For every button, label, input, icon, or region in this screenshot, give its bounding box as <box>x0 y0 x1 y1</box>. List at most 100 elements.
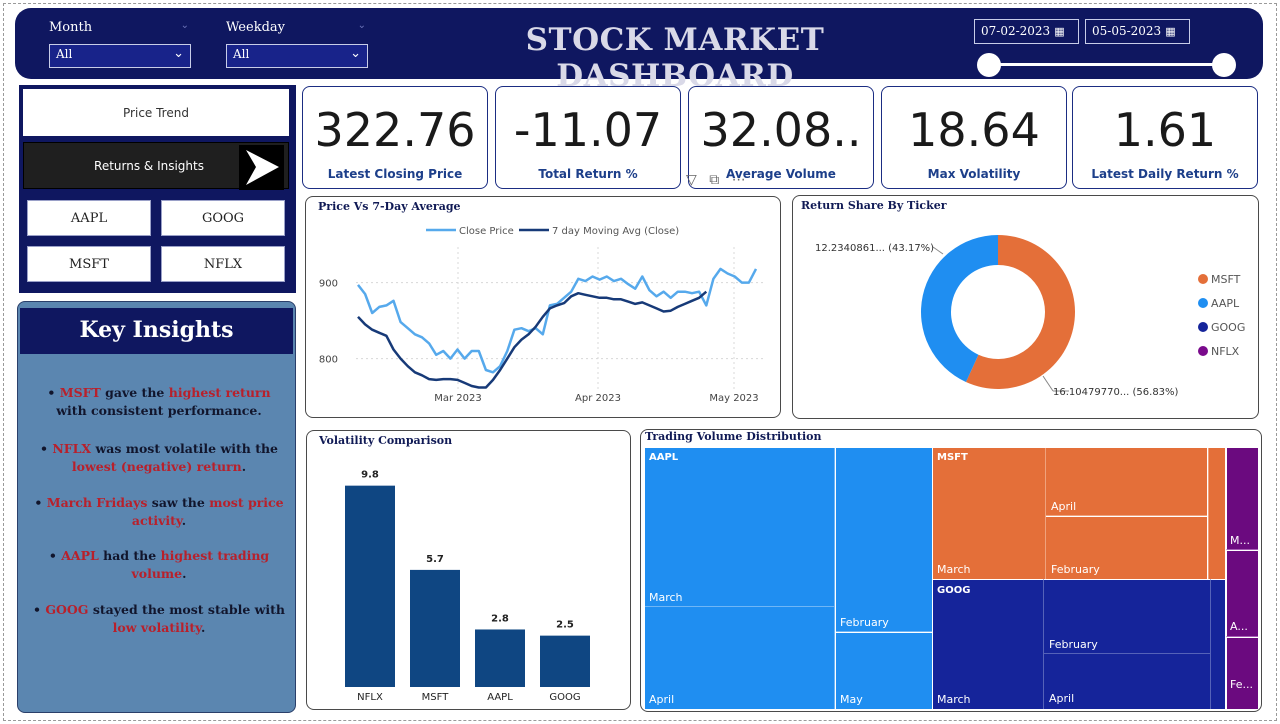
legend-marker <box>1198 346 1208 356</box>
legend-marker <box>1198 274 1208 284</box>
trading-volume-panel: Trading Volume Distribution AAPL March A… <box>640 429 1262 712</box>
start-date-input[interactable]: 07-02-2023 ▦ <box>974 19 1079 44</box>
treemap-cell-label: March <box>649 591 683 604</box>
start-date-value: 07-02-2023 <box>981 24 1051 38</box>
ticker-button-aapl[interactable]: AAPL <box>27 200 151 236</box>
bar <box>345 485 395 687</box>
insight-highlight: lowest (negative) return <box>71 459 242 474</box>
treemap-cell[interactable]: April <box>1044 654 1210 709</box>
insight-text: saw the <box>147 495 210 510</box>
bar-value-label: 2.5 <box>556 620 574 631</box>
header-bar: Month ⌄ All ⌄ Weekday ⌄ All ⌄ STOCK MARKET D… <box>15 8 1263 94</box>
treemap-cell[interactable]: M... <box>1226 448 1258 550</box>
treemap-group-label: AAPL <box>649 452 679 463</box>
month-value: All <box>56 47 73 61</box>
chevron-down-icon: ⌄ <box>350 46 361 61</box>
series-line <box>357 267 758 374</box>
treemap-cell[interactable]: May <box>836 633 932 709</box>
legend-marker <box>1198 298 1208 308</box>
donut-chart: 16.10479770... (56.83%) 12.2340861... (43… <box>815 235 1245 398</box>
treemap-cell[interactable]: February <box>1046 517 1207 579</box>
insight-text: had the <box>98 548 161 563</box>
month-slicer[interactable]: Month ⌄ All ⌄ <box>49 20 191 68</box>
treemap-cell[interactable]: A... <box>1226 551 1258 637</box>
insight-text: • <box>47 385 60 400</box>
insight-text: . <box>181 513 187 528</box>
insight-text: • <box>32 602 46 617</box>
treemap-cell[interactable] <box>1210 579 1225 709</box>
kpi-value: 32.08.. <box>700 103 862 157</box>
x-tick-label: Mar 2023 <box>434 393 482 404</box>
treemap-cell-label: April <box>1049 692 1075 705</box>
bar-value-label: 9.8 <box>361 470 379 481</box>
kpi-card-latest-daily-return: 1.61 Latest Daily Return % <box>1072 86 1258 189</box>
ticker-button-nflx[interactable]: NFLX <box>161 246 285 282</box>
insight-text: was most volatile with the <box>91 441 279 456</box>
treemap-cell[interactable]: GOOG March <box>932 579 1044 709</box>
line-chart: 800 900 Mar 2023 Apr 2023 May 2023 Close Pric… <box>319 226 764 404</box>
legend-marker <box>1198 322 1208 332</box>
treemap-cell[interactable] <box>1208 448 1225 579</box>
insight-text: . <box>241 459 247 474</box>
ticker-button-goog[interactable]: GOOG <box>161 200 285 236</box>
filter-icon[interactable]: ▽ <box>686 172 697 188</box>
range-start-handle[interactable] <box>977 53 1001 77</box>
y-tick-label: 900 <box>319 279 338 290</box>
insight-text: stayed the most stable with <box>88 602 286 617</box>
leader-line <box>1042 375 1054 392</box>
bar-value-label: 5.7 <box>426 554 444 565</box>
date-range-track[interactable] <box>988 63 1226 66</box>
month-select[interactable]: All ⌄ <box>49 44 191 68</box>
returns-insights-label: Returns & Insights <box>94 158 204 173</box>
weekday-select[interactable]: All ⌄ <box>226 44 368 68</box>
treemap-cell[interactable]: April <box>645 607 835 709</box>
weekday-value: All <box>233 47 250 61</box>
category-label: GOOG <box>549 692 580 703</box>
kpi-label: Total Return % <box>538 167 638 181</box>
treemap-group-label: MSFT <box>937 452 968 463</box>
weekday-slicer[interactable]: Weekday ⌄ All ⌄ <box>226 20 368 68</box>
price-trend-button[interactable]: Price Trend <box>23 89 289 136</box>
legend-label: 7 day Moving Avg (Close) <box>552 226 679 237</box>
end-date-input[interactable]: 05-05-2023 ▦ <box>1085 19 1190 44</box>
kpi-value: -11.07 <box>513 103 663 157</box>
treemap-cell-label: Fe... <box>1230 678 1253 691</box>
returns-insights-button[interactable]: Returns & Insights <box>23 142 289 190</box>
range-end-handle[interactable] <box>1212 53 1236 77</box>
treemap-cell[interactable]: AAPL March <box>645 448 835 607</box>
treemap-cell-label: April <box>1051 500 1077 513</box>
bar <box>410 569 460 687</box>
focus-mode-icon[interactable]: ⧉ <box>709 172 719 188</box>
treemap-cell[interactable]: April <box>1046 448 1207 516</box>
treemap-cell[interactable]: February <box>836 448 932 632</box>
treemap-group-label: GOOG <box>937 585 971 596</box>
slice-label: 16.10479770... (56.83%) <box>1053 387 1179 398</box>
return-share-panel: Return Share By Ticker 16.10479770... (5… <box>792 195 1259 419</box>
price-vs-average-panel: Price Vs 7-Day Average 800 900 Mar 2023 Apr… <box>305 196 781 418</box>
treemap-cell-label: February <box>1049 638 1098 651</box>
treemap-cell[interactable]: MSFT March <box>932 448 1046 579</box>
treemap-cell-label: M... <box>1230 534 1250 547</box>
treemap-cell-label: February <box>1051 563 1100 576</box>
treemap-cell[interactable]: Fe... <box>1226 638 1258 709</box>
kpi-value: 1.61 <box>1113 103 1217 157</box>
chart-title: Trading Volume Distribution <box>645 430 822 443</box>
ticker-button-msft[interactable]: MSFT <box>27 246 151 282</box>
page-title: STOCK MARKET DASHBOARD <box>525 22 825 94</box>
insight-text: • <box>48 548 62 563</box>
insight-text: • <box>34 495 47 510</box>
calendar-icon[interactable]: ▦ <box>1054 25 1064 38</box>
weekday-label: Weekday <box>226 20 285 35</box>
calendar-icon[interactable]: ▦ <box>1165 25 1175 38</box>
more-options-icon[interactable]: ⋯ <box>732 172 746 188</box>
key-insights-panel: Key Insights • MSFT gave the highest ret… <box>17 301 296 713</box>
insight-text: . <box>182 566 187 581</box>
chevron-down-icon[interactable]: ⌄ <box>181 20 189 31</box>
category-label: NFLX <box>357 692 383 703</box>
treemap-cell-label: A... <box>1230 620 1248 633</box>
kpi-value: 18.64 <box>908 103 1040 157</box>
kpi-card-max-volatility: 18.64 Max Volatility <box>881 86 1067 189</box>
bar <box>540 635 590 687</box>
chevron-down-icon[interactable]: ⌄ <box>358 20 366 31</box>
treemap-cell[interactable]: February <box>1044 579 1210 654</box>
